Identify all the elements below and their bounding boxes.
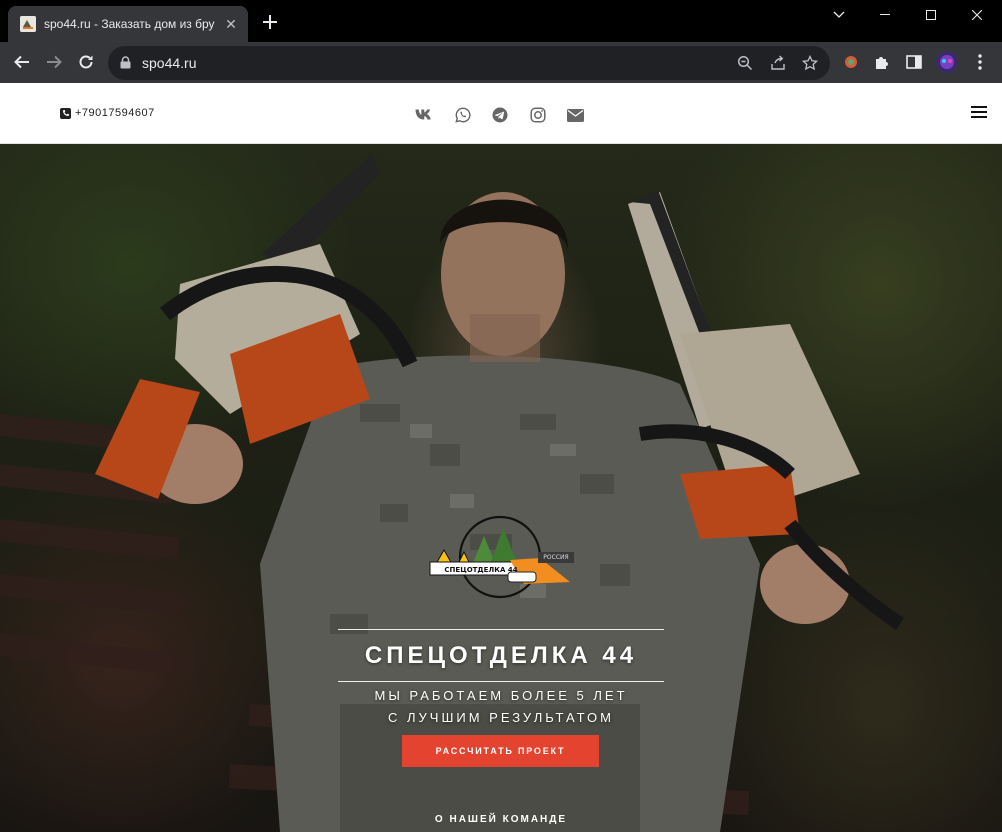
hero-title-block: СПЕЦОТДЕЛКА 44 МЫ РАБОТАЕМ БОЛЕЕ 5 ЛЕТ С… xyxy=(338,629,664,729)
phone-link[interactable]: +79017594607 xyxy=(60,107,155,119)
logo-badge: РОССИЯ xyxy=(543,554,569,561)
reload-icon xyxy=(79,55,93,69)
reload-button[interactable] xyxy=(72,48,100,76)
puzzle-icon[interactable] xyxy=(872,52,892,72)
hero-subtitle-line1: МЫ РАБОТАЕМ БОЛЕЕ 5 ЛЕТ xyxy=(374,688,628,703)
zoom-icon[interactable] xyxy=(736,54,754,72)
close-icon xyxy=(972,10,982,20)
avatar[interactable] xyxy=(935,50,959,74)
phone-number: +79017594607 xyxy=(75,107,155,119)
tab-search-button[interactable] xyxy=(816,0,862,30)
url-text[interactable]: spo44.ru xyxy=(142,55,196,71)
browser-toolbar: spo44.ru xyxy=(0,42,1002,83)
lock-icon[interactable] xyxy=(120,56,131,74)
arrow-right-icon xyxy=(47,55,62,69)
tab-close-icon[interactable]: ✕ xyxy=(222,16,240,33)
star-icon[interactable] xyxy=(801,54,819,72)
extension-color-icon[interactable] xyxy=(841,52,861,72)
about-team-link[interactable]: О НАШЕЙ КОМАНДЕ xyxy=(0,814,1002,825)
minimize-icon xyxy=(880,14,890,15)
social-links xyxy=(414,104,602,126)
maximize-icon xyxy=(926,10,936,20)
site-header: +79017594607 xyxy=(0,83,1002,144)
minimize-button[interactable] xyxy=(862,0,908,30)
email-icon[interactable] xyxy=(564,104,586,126)
plus-icon xyxy=(263,15,277,29)
phone-icon xyxy=(60,107,71,119)
vk-icon[interactable] xyxy=(414,104,436,126)
close-window-button[interactable] xyxy=(954,0,1000,30)
arrow-left-icon xyxy=(14,55,29,69)
calculate-project-button[interactable]: РАССЧИТАТЬ ПРОЕКТ xyxy=(402,735,599,767)
maximize-button[interactable] xyxy=(908,0,954,30)
browser-tab[interactable]: spo44.ru - Заказать дом из бру ✕ xyxy=(8,6,248,42)
company-logo: СПЕЦОТДЕЛКА 44 РОССИЯ xyxy=(428,512,574,602)
logo-wordmark: СПЕЦОТДЕЛКА 44 xyxy=(444,566,518,574)
hero-section: СПЕЦОТДЕЛКА 44 РОССИЯ СПЕЦОТДЕЛКА 44 МЫ … xyxy=(0,144,1002,832)
instagram-icon[interactable] xyxy=(527,104,549,126)
kebab-icon[interactable] xyxy=(970,52,990,72)
side-panel-icon[interactable] xyxy=(904,52,924,72)
site-favicon-icon xyxy=(20,16,36,32)
browser-tab-strip: spo44.ru - Заказать дом из бру ✕ xyxy=(0,0,1002,42)
tab-title: spo44.ru - Заказать дом из бру xyxy=(44,17,215,31)
forward-button[interactable] xyxy=(40,48,68,76)
hamburger-menu-icon[interactable] xyxy=(971,104,987,120)
back-button[interactable] xyxy=(8,48,36,76)
hero-subtitle-line2: С ЛУЧШИМ РЕЗУЛЬТАТОМ xyxy=(388,710,614,725)
share-icon[interactable] xyxy=(769,54,787,72)
hero-title: СПЕЦОТДЕЛКА 44 xyxy=(364,642,638,669)
chevron-down-icon xyxy=(833,11,845,18)
telegram-icon[interactable] xyxy=(489,104,511,126)
title-rule-bottom xyxy=(338,681,664,682)
address-bar[interactable]: spo44.ru xyxy=(108,46,830,80)
new-tab-button[interactable] xyxy=(258,10,282,34)
whatsapp-icon[interactable] xyxy=(452,104,474,126)
